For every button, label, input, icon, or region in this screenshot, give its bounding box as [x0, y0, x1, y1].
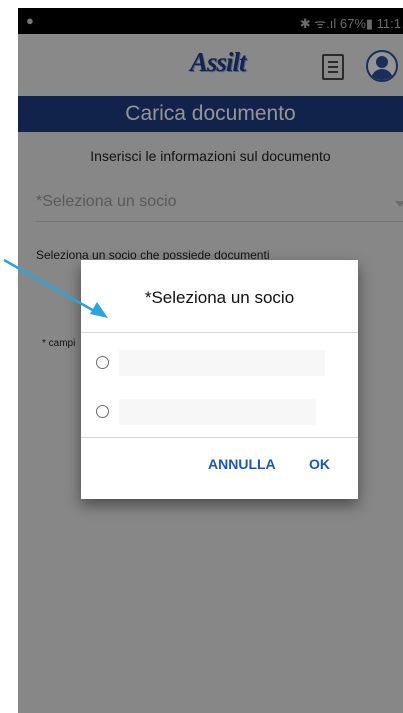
annotation-arrow-icon [3, 258, 108, 318]
